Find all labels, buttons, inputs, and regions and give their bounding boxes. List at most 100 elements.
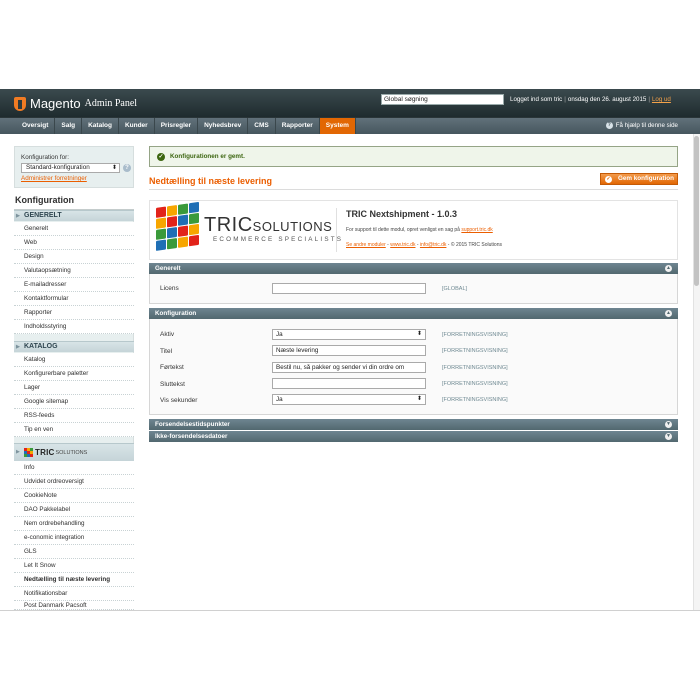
- scope-indicator: [FORRETNINGSVISNING]: [442, 397, 508, 403]
- sidebar-item-info[interactable]: Info: [14, 461, 134, 475]
- nav-katalog[interactable]: Katalog: [82, 118, 119, 134]
- expand-icon[interactable]: ▼: [665, 421, 672, 428]
- support-label: For support til dette modul, opret venli…: [346, 227, 460, 233]
- sidebar-item-lager[interactable]: Lager: [14, 381, 134, 395]
- success-message: ✓ Konfigurationen er gemt.: [149, 146, 678, 167]
- license-input[interactable]: [272, 283, 426, 294]
- sluttekst-input[interactable]: [272, 378, 426, 389]
- scope-indicator: [FORRETNINGSVISNING]: [442, 332, 508, 338]
- sidebar-item-kontakt[interactable]: Kontaktformular: [14, 292, 134, 306]
- help-link[interactable]: ? Få hjælp til denne side: [605, 122, 678, 129]
- logged-in-text: Logget ind som tric: [510, 96, 563, 103]
- extension-title: TRIC Nextshipment - 1.0.3: [346, 209, 458, 219]
- fieldset-ikke-forsendelsesdatoer-header[interactable]: Ikke-forsendelsesdatoer ▼: [149, 431, 678, 442]
- scope-switcher: Konfiguration for: Standard-konfiguratio…: [14, 146, 134, 188]
- nav-oversigt[interactable]: Oversigt: [16, 118, 56, 134]
- sidebar-section-katalog[interactable]: ▶ KATALOG: [14, 341, 134, 352]
- nav-system[interactable]: System: [319, 118, 356, 134]
- sidebar-item-notifikationsbar[interactable]: Notifikationsbar: [14, 587, 134, 601]
- nav-rapporter[interactable]: Rapporter: [276, 118, 320, 134]
- support-text: For support til dette modul, opret venli…: [346, 227, 493, 233]
- sidebar-item-web[interactable]: Web: [14, 236, 134, 250]
- expand-icon[interactable]: ▼: [665, 433, 672, 440]
- sidebar-item-sitemap[interactable]: Google sitemap: [14, 395, 134, 409]
- manage-stores-link[interactable]: Administrer forretninger: [21, 175, 87, 182]
- sidebar-item-gls[interactable]: GLS: [14, 545, 134, 559]
- fortekst-label: Førtekst: [160, 364, 184, 371]
- titel-label: Titel: [160, 348, 173, 355]
- fieldset-konfiguration-header[interactable]: Konfiguration ▲: [149, 308, 678, 319]
- global-search-input[interactable]: [381, 94, 504, 105]
- sidebar-item-katalog[interactable]: Katalog: [14, 353, 134, 367]
- nav-nyhedsbrev[interactable]: Nyhedsbrev: [198, 118, 249, 134]
- nav-prisregler[interactable]: Prisregler: [155, 118, 199, 134]
- sidebar-item-ordreoversigt[interactable]: Udvidet ordreoversigt: [14, 475, 134, 489]
- brand-tagline: ECOMMERCE SPECIALISTS: [213, 236, 344, 243]
- divider: [336, 208, 337, 252]
- collapse-icon[interactable]: ▲: [665, 265, 672, 272]
- check-icon: ✓: [157, 153, 165, 161]
- collapse-icon[interactable]: ▲: [665, 310, 672, 317]
- page-bottom-edge: [0, 610, 700, 611]
- sidebar-item-ordrebehandling[interactable]: Nem ordrebehandling: [14, 517, 134, 531]
- success-text: Konfigurationen er gemt.: [170, 153, 245, 160]
- fieldset-title: Ikke-forsendelsesdatoer: [155, 433, 228, 440]
- sidebar-item-indhold[interactable]: Indholdsstyring: [14, 320, 134, 334]
- fieldset-generelt-header[interactable]: Generelt ▲: [149, 263, 678, 274]
- aktiv-value: Ja: [276, 331, 283, 338]
- nav-salg[interactable]: Salg: [55, 118, 83, 134]
- support-link[interactable]: support.tric.dk: [461, 227, 492, 233]
- sidebar-item-letitsnow[interactable]: Let It Snow: [14, 559, 134, 573]
- sidebar-item-dao[interactable]: DAO Pakkelabel: [14, 503, 134, 517]
- vis-sekunder-label: Vis sekunder: [160, 397, 198, 404]
- vis-sekunder-select[interactable]: Ja ⬍: [272, 394, 426, 405]
- sidebar-item-pacsoft[interactable]: Post Danmark Pacsoft: [14, 601, 134, 610]
- sidebar-title: Konfiguration: [14, 192, 134, 210]
- scope-label: Konfiguration for:: [21, 154, 69, 161]
- fortekst-input[interactable]: [272, 362, 426, 373]
- sidebar-section-tric[interactable]: ▶ TRIC SOLUTIONS: [14, 443, 134, 461]
- save-config-button[interactable]: ✓ Gem konfiguration: [600, 173, 678, 185]
- help-question-icon[interactable]: ?: [123, 164, 131, 172]
- help-icon: ?: [605, 122, 613, 129]
- sidebar-item-economic[interactable]: e-conomic integration: [14, 531, 134, 545]
- triangle-icon: ▶: [16, 213, 20, 219]
- vis-sekunder-value: Ja: [276, 396, 283, 403]
- select-arrows-icon: ⬍: [416, 331, 422, 337]
- fieldset-title: Forsendelsestidspunkter: [155, 421, 230, 428]
- sidebar-item-paletter[interactable]: Konfigurerbare paletter: [14, 367, 134, 381]
- scope-indicator: [FORRETNINGSVISNING]: [442, 348, 508, 354]
- tric-word: TRIC: [35, 448, 55, 457]
- section-heading: GENERELT: [24, 212, 62, 219]
- titel-input[interactable]: [272, 345, 426, 356]
- sidebar-item-valuta[interactable]: Valutaopsætning: [14, 264, 134, 278]
- sidebar-item-cookienote[interactable]: CookieNote: [14, 489, 134, 503]
- other-modules-link[interactable]: Se andre moduler: [346, 242, 386, 248]
- email-link[interactable]: info@tric.dk: [420, 242, 446, 248]
- sidebar-item-tip[interactable]: Tip en ven: [14, 423, 134, 437]
- sidebar-item-generelt[interactable]: Generelt: [14, 222, 134, 236]
- logout-link[interactable]: Log ud: [652, 96, 671, 103]
- select-arrows-icon: ⬍: [111, 165, 117, 171]
- tric-cube-icon: [24, 448, 33, 457]
- save-label: Gem konfiguration: [618, 175, 674, 182]
- check-icon: ✓: [605, 176, 612, 183]
- nav-kunder[interactable]: Kunder: [119, 118, 155, 134]
- scope-select[interactable]: Standard-konfiguration ⬍: [21, 163, 120, 173]
- section-heading: KATALOG: [24, 343, 58, 350]
- website-link[interactable]: www.tric.dk: [390, 242, 415, 248]
- scrollbar-thumb[interactable]: [694, 136, 699, 286]
- copyright: © 2015 TRIC Solutions: [450, 242, 502, 248]
- sidebar-item-rss[interactable]: RSS-feeds: [14, 409, 134, 423]
- tric-brand: TRICSOLUTIONS: [204, 214, 332, 237]
- sidebar-item-rapporter[interactable]: Rapporter: [14, 306, 134, 320]
- scope-selected: Standard-konfiguration: [26, 164, 90, 171]
- magento-logo[interactable]: Magento Admin Panel: [14, 96, 137, 111]
- sidebar-item-design[interactable]: Design: [14, 250, 134, 264]
- fieldset-forsendelsestidspunkter-header[interactable]: Forsendelsestidspunkter ▼: [149, 419, 678, 430]
- nav-cms[interactable]: CMS: [248, 118, 276, 134]
- sidebar-item-nedtaelling[interactable]: Nedtælling til næste levering: [14, 573, 134, 587]
- aktiv-select[interactable]: Ja ⬍: [272, 329, 426, 340]
- sidebar-item-email[interactable]: E-mailadresser: [14, 278, 134, 292]
- sidebar-section-generelt[interactable]: ▶ GENERELT: [14, 210, 134, 221]
